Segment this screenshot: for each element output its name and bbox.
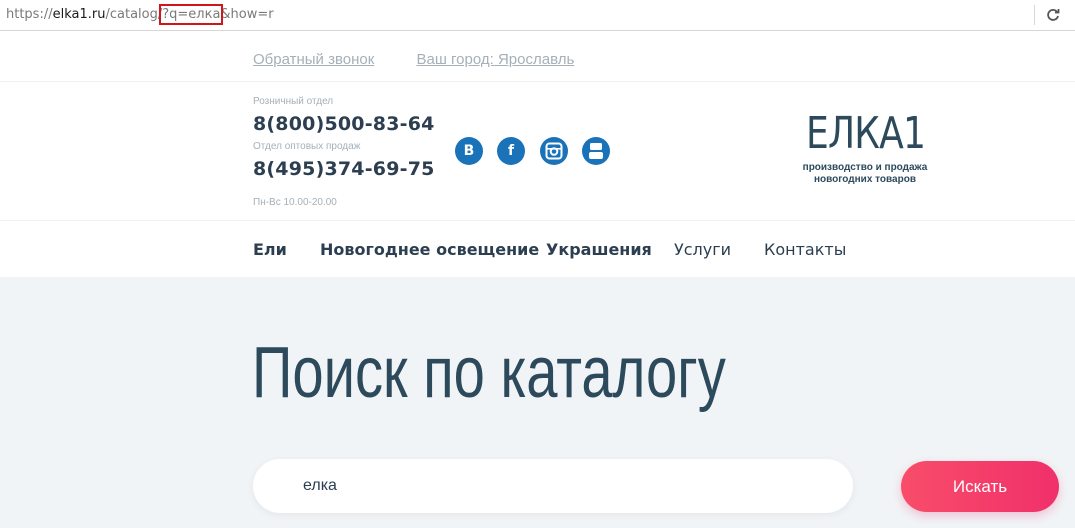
callback-link[interactable]: Обратный звонок [253,51,374,68]
url-path: /catalog/ [105,7,163,22]
url-query-highlight: ?q=елка [159,4,224,25]
nav-item-contacts[interactable]: Контакты [764,240,846,259]
wholesale-phone[interactable]: 8(495)374-69-75 [253,158,435,180]
search-box [253,459,853,513]
search-input[interactable] [303,459,823,513]
logo[interactable]: ЕЛКА1 [806,109,926,159]
reload-icon[interactable] [1044,5,1062,25]
address-bar-divider [1034,5,1035,25]
url-suffix: &how=r [220,7,274,22]
browser-address-bar: https://elka1.ru/catalog/?q=елка&how=r [0,0,1075,31]
logo-tagline-line2: новогодних товаров [814,174,916,185]
logo-tagline: производство и продажа новогодних товаро… [797,162,933,186]
nav-item-trees[interactable]: Ели [253,240,287,259]
url-prefix: https:// [6,7,53,22]
url-host: elka1.ru [52,7,106,22]
youtube-icon[interactable] [582,137,610,165]
wholesale-label: Отдел оптовых продаж [253,141,361,152]
logo-tagline-line1: производство и продажа [802,162,928,173]
retail-phone[interactable]: 8(800)500-83-64 [253,113,435,135]
url-field[interactable]: https://elka1.ru/catalog/?q=елка&how=r [6,4,274,25]
fb-letter: f [507,143,515,159]
page-title: Поиск по каталогу [252,333,726,413]
vk-letter: B [463,143,475,159]
nav-item-services[interactable]: Услуги [674,240,731,259]
vk-icon[interactable]: B [455,137,483,165]
nav-item-decorations[interactable]: Украшения [546,240,652,259]
instagram-icon[interactable] [540,137,568,165]
working-hours: Пн-Вс 10.00-20.00 [253,197,337,208]
city-link[interactable]: Ваш город: Ярославль [416,51,574,68]
facebook-icon[interactable]: f [497,137,525,165]
divider [0,220,1075,221]
top-links: Обратный звонок Ваш город: Ярославль [253,51,612,68]
divider [0,81,1075,82]
retail-label: Розничный отдел [253,96,334,107]
nav-item-lighting[interactable]: Новогоднее освещение [320,240,539,259]
search-button[interactable]: Искать [901,461,1059,512]
